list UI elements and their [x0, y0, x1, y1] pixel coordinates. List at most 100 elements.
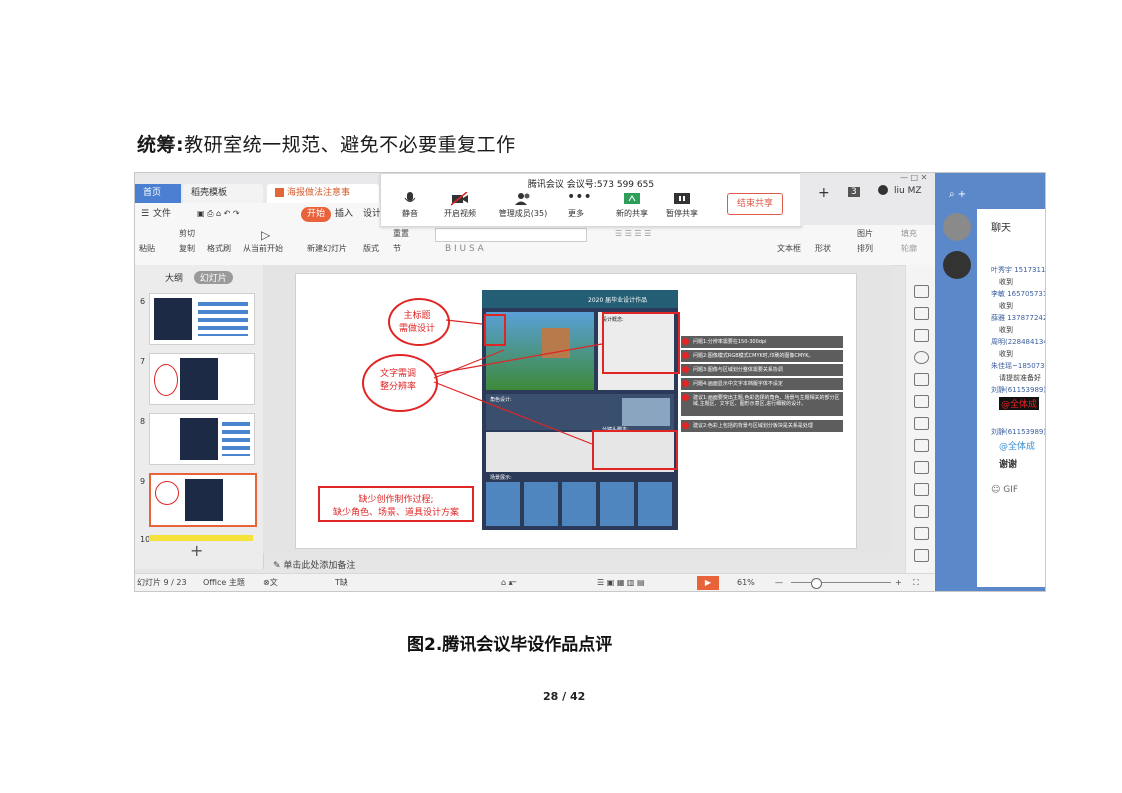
tool-icon[interactable]	[914, 373, 929, 386]
arrange-button[interactable]: 排列	[857, 243, 873, 254]
zoom-slider[interactable]	[791, 582, 891, 583]
menu-file[interactable]: 文件	[153, 203, 171, 225]
window-buttons[interactable]: — □ ✕	[900, 173, 927, 182]
slides-panel: 大纲 幻灯片 6 7 8 9 10 +	[135, 265, 264, 569]
chat-sender: 朱佳瑶~1850735	[991, 362, 1046, 370]
tool-icon[interactable]	[914, 307, 929, 320]
protect-status[interactable]: ⊗ 文档未保护	[263, 574, 278, 591]
slide-thumb-8[interactable]	[149, 413, 255, 465]
chat-message: 收到	[999, 302, 1013, 310]
paste-button[interactable]: 粘贴	[139, 243, 155, 254]
chat-message: 收到	[999, 326, 1013, 334]
tab-file[interactable]: 海报做法注意事项.pptx	[267, 184, 379, 217]
members-icon	[515, 193, 530, 205]
mute-button[interactable]: 静音	[387, 192, 433, 219]
image-icon[interactable]	[914, 483, 929, 496]
chat-sender: 刘静(61153989)	[991, 428, 1046, 436]
reset-button[interactable]: 重置	[393, 228, 409, 239]
beautify-button[interactable]: ⌂ 一键美化 ▴	[501, 574, 517, 591]
missing-font-status[interactable]: T 缺失字体	[335, 574, 348, 591]
hamburger-icon[interactable]: ☰	[141, 203, 149, 225]
zoom-level[interactable]: 61%	[737, 574, 755, 591]
zoom-out-icon[interactable]: —	[775, 574, 783, 591]
play-from-current-button[interactable]: 从当前开始	[243, 243, 283, 254]
status-bar: 幻灯片 9 / 23 Office 主题 ⊗ 文档未保护 T 缺失字体 ⌂ 一键…	[135, 573, 935, 591]
view-icons[interactable]: ☰ ▣ ▦ ▥ ▤	[597, 574, 645, 591]
fill-button[interactable]: 填充	[901, 228, 917, 239]
slide-number: 6	[140, 297, 146, 306]
font-name-select[interactable]	[435, 228, 587, 242]
zoom-slider-thumb[interactable]	[811, 578, 822, 589]
tool-icon[interactable]	[914, 505, 929, 518]
protect-status-text: 文档未保护	[269, 578, 278, 587]
tool-icon[interactable]	[914, 351, 929, 364]
slide[interactable]: 2020 届毕业设计作品 设计概念: 角色设计: 分镜头脚本: 场景展示: 主标…	[295, 273, 857, 549]
slide-thumb-9[interactable]	[149, 473, 257, 527]
thumb-image	[180, 358, 218, 400]
menu-design[interactable]: 设计	[363, 203, 381, 225]
layout-button[interactable]: 版式	[363, 243, 379, 254]
picture-button[interactable]: 图片	[857, 228, 873, 239]
tab-home[interactable]: 首页	[135, 184, 181, 203]
chat-message: @全体成	[999, 397, 1040, 410]
chat-sender: 叶秀宇 15173118	[991, 266, 1046, 274]
table-icon[interactable]	[914, 395, 929, 408]
section-button[interactable]: 节	[393, 243, 401, 254]
chat-tab[interactable]: 聊天	[991, 219, 1011, 234]
chat-message: 谢谢	[999, 460, 1018, 470]
menu-insert[interactable]: 插入	[335, 203, 353, 225]
quick-access-icons[interactable]: ▣ ⎙ ⌂ ↶ ↷	[197, 203, 240, 225]
new-share-label: 新的共享	[616, 209, 648, 218]
thumb-image	[154, 298, 192, 340]
new-slide-button[interactable]: 新建幻灯片	[307, 243, 347, 254]
notes-placeholder[interactable]: ✎ 单击此处添加备注	[273, 558, 355, 571]
slides-tab[interactable]: 幻灯片	[193, 271, 233, 284]
menu-start[interactable]: 开始	[301, 207, 332, 222]
tool-icon[interactable]	[914, 527, 929, 540]
slide-thumb-7[interactable]	[149, 353, 255, 405]
chat-message: @全体成	[999, 442, 1036, 452]
chat-window: ⌕ + 聊天 叶秀宇 15173118 收到 李敏 1657057315 收到 …	[935, 173, 1045, 591]
outline-tab[interactable]: 大纲	[165, 274, 183, 284]
tool-icon[interactable]	[914, 329, 929, 342]
tool-icon[interactable]	[914, 549, 929, 562]
end-share-button[interactable]: 结束共享	[727, 193, 783, 215]
new-share-button[interactable]: 新的共享	[609, 192, 655, 219]
tool-icon[interactable]	[914, 285, 929, 298]
zoom-in-icon[interactable]: +	[895, 574, 902, 591]
video-label: 开启视频	[444, 209, 476, 218]
chat-avatar[interactable]	[943, 251, 971, 279]
members-button[interactable]: 管理成员(35)	[493, 192, 553, 219]
chart-icon[interactable]	[914, 439, 929, 452]
outline-button[interactable]: 轮廓	[901, 243, 917, 254]
chat-avatar[interactable]	[943, 213, 971, 241]
chat-search-icon[interactable]: ⌕ +	[949, 189, 966, 200]
chat-sender: 周明(2284841341)	[991, 338, 1045, 346]
panel-tabs: 大纲 幻灯片	[165, 271, 233, 284]
tab-template[interactable]: 稻壳模板	[183, 184, 263, 203]
paragraph-icons[interactable]: ☰ ☰ ☰ ☰	[615, 229, 651, 238]
add-slide-icon[interactable]: +	[190, 541, 203, 560]
slide-number: 8	[140, 417, 146, 426]
play-slideshow-button[interactable]: ▶	[697, 576, 719, 590]
notes-placeholder-text: 单击此处添加备注	[283, 561, 356, 571]
pause-icon	[674, 193, 690, 204]
textbox-button[interactable]: 文本框	[777, 243, 801, 254]
more-button[interactable]: ••• 更多	[553, 190, 599, 219]
cut-button[interactable]: 剪切	[179, 228, 195, 239]
new-tab-icon[interactable]: +	[818, 185, 830, 201]
chat-sender: 薛雅 13787724221	[991, 314, 1045, 322]
pause-share-button[interactable]: 暂停共享	[659, 192, 705, 219]
shape-button[interactable]: 形状	[815, 243, 831, 254]
slide-thumb-6[interactable]	[149, 293, 255, 345]
video-button[interactable]: 开启视频	[437, 192, 483, 219]
copy-button[interactable]: 复制	[179, 243, 195, 254]
chat-emoji-icon[interactable]: ☺ GIF	[991, 485, 1018, 495]
fit-icon[interactable]: ⛶	[913, 574, 919, 591]
thumb-lines	[222, 422, 250, 456]
avatar[interactable]	[878, 185, 888, 195]
tool-icon[interactable]	[914, 417, 929, 430]
tool-icon[interactable]	[914, 461, 929, 474]
format-painter-button[interactable]: 格式刷	[207, 243, 231, 254]
font-style-icons[interactable]: B I U S A	[445, 244, 484, 254]
